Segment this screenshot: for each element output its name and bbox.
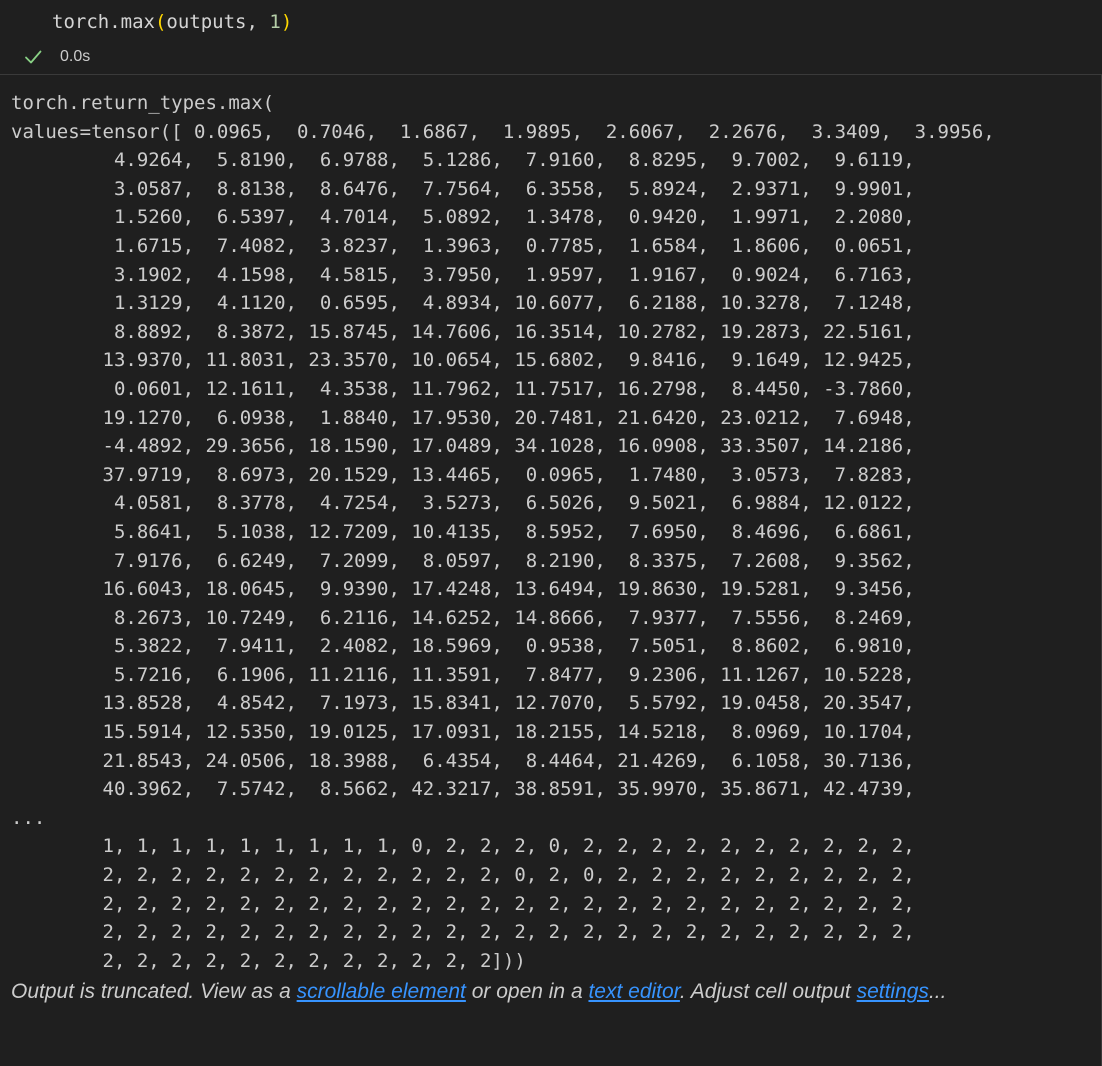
output-line: 2, 2, 2, 2, 2, 2, 2, 2, 2, 2, 2, 2]))	[11, 949, 526, 972]
scrollable-element-link[interactable]: scrollable element	[297, 980, 466, 1003]
output-line: 19.1270, 6.0938, 1.8840, 17.9530, 20.748…	[11, 406, 915, 429]
output-line: 2, 2, 2, 2, 2, 2, 2, 2, 2, 2, 2, 2, 2, 2…	[11, 892, 915, 915]
execution-status: 0.0s	[22, 46, 90, 68]
notebook-cell: torch.max(outputs, 1) 0.0s torch.return_…	[0, 0, 1102, 1066]
output-line: torch.return_types.max(	[11, 92, 275, 114]
output-line: -4.4892, 29.3656, 18.1590, 17.0489, 34.1…	[11, 435, 915, 458]
execution-time: 0.0s	[60, 48, 91, 65]
output-line: values=tensor([ 0.0965, 0.7046, 1.6867, …	[11, 120, 995, 143]
text-editor-link[interactable]: text editor	[588, 980, 679, 1003]
output-line: 15.5914, 12.5350, 19.0125, 17.0931, 18.2…	[11, 721, 915, 744]
output-line: 5.8641, 5.1038, 12.7209, 10.4135, 8.5952…	[11, 520, 915, 543]
code-number: 1	[269, 11, 281, 33]
truncation-text: or open in a	[465, 980, 589, 1003]
output-line: 16.6043, 18.0645, 9.9390, 17.4248, 13.64…	[11, 578, 915, 601]
output-line: 1, 1, 1, 1, 1, 1, 1, 1, 1, 0, 2, 2, 2, 0…	[11, 835, 915, 858]
output-line: 4.9264, 5.8190, 6.9788, 5.1286, 7.9160, …	[11, 149, 915, 172]
output-line: ...	[11, 806, 46, 829]
output-line: 1.5260, 6.5397, 4.7014, 5.0892, 1.3478, …	[11, 206, 915, 229]
truncation-notice: Output is truncated. View as a scrollabl…	[11, 980, 946, 1004]
output-line: 0.0601, 12.1611, 4.3538, 11.7962, 11.751…	[11, 377, 915, 400]
output-line: 13.9370, 11.8031, 23.3570, 10.0654, 15.6…	[11, 349, 915, 372]
output-line: 37.9719, 8.6973, 20.1529, 13.4465, 0.096…	[11, 463, 915, 486]
output-line: 21.8543, 24.0506, 18.3988, 6.4354, 8.446…	[11, 749, 915, 772]
output-line: 40.3962, 7.5742, 8.5662, 42.3217, 38.859…	[11, 778, 915, 801]
truncation-ellipsis: ...	[928, 980, 947, 1003]
output-line: 3.1902, 4.1598, 4.5815, 3.7950, 1.9597, …	[11, 263, 915, 286]
code-function: torch.max	[52, 11, 155, 33]
code-args: outputs,	[166, 11, 270, 33]
output-line: 8.8892, 8.3872, 15.8745, 14.7606, 16.351…	[11, 320, 915, 343]
output-line: 3.0587, 8.8138, 8.6476, 7.7564, 6.3558, …	[11, 177, 915, 200]
output-line: 2, 2, 2, 2, 2, 2, 2, 2, 2, 2, 2, 2, 0, 2…	[11, 864, 915, 887]
output-line: 4.0581, 8.3778, 4.7254, 3.5273, 6.5026, …	[11, 492, 915, 515]
code-input[interactable]: torch.max(outputs, 1)	[52, 9, 292, 35]
settings-link[interactable]: settings	[857, 980, 929, 1003]
truncation-text: . Adjust cell output	[679, 980, 857, 1003]
output-line: 1.6715, 7.4082, 3.8237, 1.3963, 0.7785, …	[11, 234, 915, 257]
cell-output: torch.return_types.max( values=tensor([ 0…	[11, 89, 1091, 975]
output-line: 13.8528, 4.8542, 7.1973, 15.8341, 12.707…	[11, 692, 915, 715]
truncation-text: Output is truncated. View as a	[11, 980, 297, 1003]
output-line: 1.3129, 4.1120, 0.6595, 4.8934, 10.6077,…	[11, 292, 915, 315]
check-icon	[22, 46, 44, 68]
output-line: 5.7216, 6.1906, 11.2116, 11.3591, 7.8477…	[11, 663, 915, 686]
input-output-divider	[0, 74, 1102, 75]
code-open-paren: (	[154, 11, 167, 33]
code-close-paren: )	[280, 11, 293, 33]
output-line: 2, 2, 2, 2, 2, 2, 2, 2, 2, 2, 2, 2, 2, 2…	[11, 921, 915, 944]
output-line: 5.3822, 7.9411, 2.4082, 18.5969, 0.9538,…	[11, 635, 915, 658]
output-line: 7.9176, 6.6249, 7.2099, 8.0597, 8.2190, …	[11, 549, 915, 572]
output-line: 8.2673, 10.7249, 6.2116, 14.6252, 14.866…	[11, 606, 915, 629]
